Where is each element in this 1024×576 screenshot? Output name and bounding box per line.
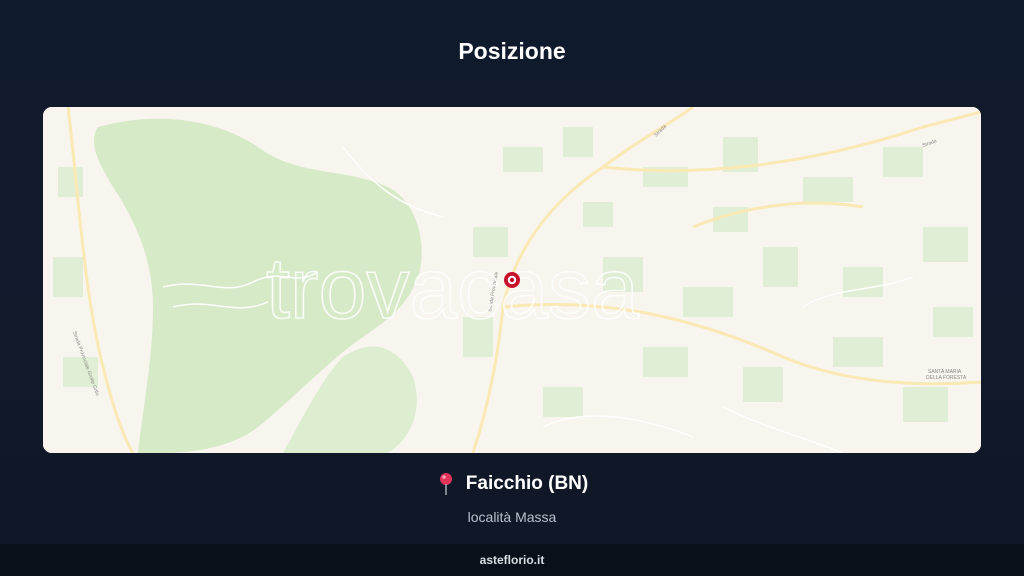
page-title: Posizione bbox=[458, 38, 566, 64]
map-view[interactable]: Strada Provinciale Grotte Grifo Strada P… bbox=[43, 107, 981, 453]
map-canvas[interactable]: Strada Provinciale Grotte Grifo Strada P… bbox=[43, 107, 981, 453]
footer-site-name: asteflorio.it bbox=[479, 553, 545, 567]
city-name: Faicchio (BN) bbox=[465, 473, 589, 494]
place-label-line2: DELLA FORESTA bbox=[926, 375, 967, 381]
map-pin-icon bbox=[436, 472, 456, 496]
locality-name: località Massa bbox=[467, 509, 557, 525]
watermark-logo: trovacasa bbox=[266, 241, 639, 337]
location-info: Faicchio (BN) località Massa bbox=[0, 472, 1024, 525]
footer: asteflorio.it bbox=[0, 544, 1024, 576]
location-marker-icon[interactable] bbox=[504, 272, 520, 288]
